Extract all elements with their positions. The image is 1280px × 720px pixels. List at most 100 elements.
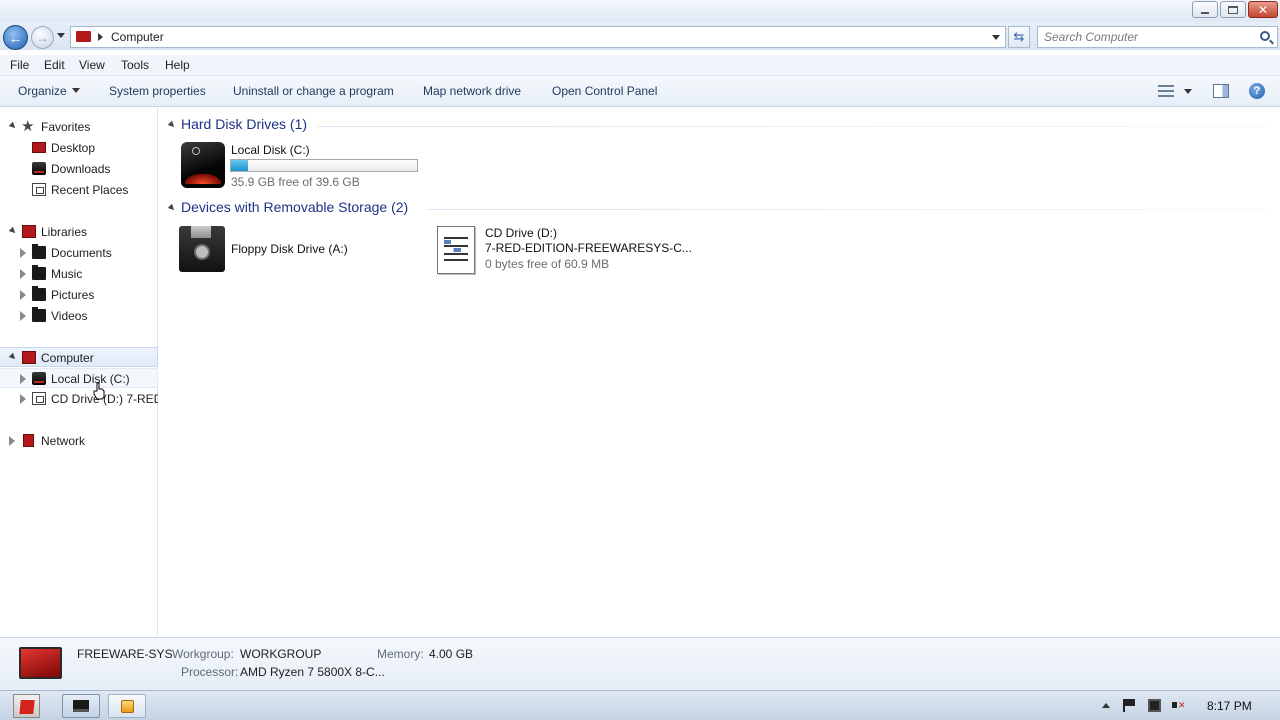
nav-favorites[interactable]: Favorites (0, 117, 158, 137)
memory-label: Memory: (377, 647, 424, 661)
nav-cd-drive[interactable]: CD Drive (D:) 7-RED- (0, 389, 158, 409)
nav-computer[interactable]: Computer (0, 347, 158, 367)
forward-button[interactable]: → (31, 26, 54, 49)
windows-logo-icon (18, 698, 35, 714)
address-row: ← → Computer ⇆ (0, 22, 1280, 50)
nav-label: Libraries (41, 225, 88, 239)
computer-icon (76, 31, 91, 42)
taskbar-media-player[interactable] (108, 694, 146, 718)
open-control-panel-button[interactable]: Open Control Panel (552, 84, 657, 98)
nav-label: Desktop (51, 141, 96, 155)
nav-downloads[interactable]: Downloads (0, 159, 158, 179)
search-icon[interactable] (1260, 31, 1270, 41)
address-bar[interactable]: Computer (70, 26, 1006, 48)
processor-value: AMD Ryzen 7 5800X 8-C... (240, 665, 385, 679)
collapse-arrow-icon[interactable] (20, 290, 26, 300)
drive-free-space: 35.9 GB free of 39.6 GB (231, 175, 360, 189)
network-status-icon[interactable] (1148, 699, 1161, 712)
organize-button[interactable]: Organize (18, 84, 80, 98)
nav-label: Recent Places (51, 183, 129, 197)
system-properties-button[interactable]: System properties (109, 84, 206, 98)
drive-local-disk-c[interactable]: Local Disk (C:) 35.9 GB free of 39.6 GB (181, 142, 421, 192)
nav-pictures[interactable]: Pictures (0, 285, 158, 305)
nav-label: Computer (41, 351, 94, 365)
menu-edit[interactable]: Edit (44, 58, 65, 72)
menu-file[interactable]: File (10, 58, 29, 72)
minimize-button[interactable] (1192, 1, 1218, 18)
nav-videos[interactable]: Videos (0, 306, 158, 326)
nav-desktop[interactable]: Desktop (0, 138, 158, 158)
details-pane: FREEWARE-SYS Workgroup: WORKGROUP Memory… (0, 637, 1280, 690)
star-icon (21, 117, 36, 135)
expand-arrow-icon[interactable] (8, 121, 18, 131)
collapse-arrow-icon[interactable] (9, 436, 15, 446)
preview-pane-icon[interactable] (1213, 84, 1229, 98)
search-input[interactable] (1044, 29, 1244, 45)
taskbar-explorer[interactable] (62, 694, 100, 718)
uninstall-program-button[interactable]: Uninstall or change a program (233, 84, 394, 98)
drive-cd-d[interactable]: CD Drive (D:) 7-RED-EDITION-FREEWARESYS-… (437, 226, 697, 278)
nav-documents[interactable]: Documents (0, 243, 158, 263)
collapse-arrow-icon[interactable] (20, 311, 26, 321)
maximize-button[interactable] (1220, 1, 1246, 18)
computer-name: FREEWARE-SYS (77, 647, 173, 661)
processor-label: Processor: (181, 665, 239, 679)
group-removable-storage[interactable]: Devices with Removable Storage (2) (167, 199, 1267, 219)
drive-floppy-a[interactable]: Floppy Disk Drive (A:) (179, 226, 399, 276)
workgroup-label: Workgroup: (172, 647, 234, 661)
drive-name: CD Drive (D:) (485, 226, 557, 240)
taskbar-clock[interactable]: 8:17 PM (1207, 699, 1252, 713)
show-hidden-icons-button[interactable] (1102, 703, 1110, 708)
cd-drive-icon (437, 226, 475, 274)
breadcrumb-arrow-icon[interactable] (98, 33, 103, 41)
libraries-icon (22, 225, 36, 238)
chevron-down-icon (71, 88, 80, 93)
group-hard-disk-drives[interactable]: Hard Disk Drives (1) (167, 116, 1267, 136)
nav-label: Documents (51, 246, 112, 260)
back-button[interactable]: ← (3, 25, 28, 50)
menu-tools[interactable]: Tools (121, 58, 149, 72)
floppy-disk-icon (179, 226, 225, 272)
desktop-icon (32, 142, 46, 153)
change-view-icon[interactable] (1158, 84, 1174, 98)
nav-label: Videos (51, 309, 88, 323)
nav-recent-places[interactable]: Recent Places (0, 180, 158, 200)
close-icon: ✕ (1257, 2, 1269, 17)
group-collapse-icon[interactable] (167, 120, 177, 130)
expand-arrow-icon[interactable] (8, 352, 18, 362)
collapse-arrow-icon[interactable] (20, 248, 26, 258)
nav-music[interactable]: Music (0, 264, 158, 284)
volume-muted-icon[interactable] (1172, 699, 1186, 712)
collapse-arrow-icon[interactable] (20, 374, 26, 384)
expand-arrow-icon[interactable] (8, 226, 18, 236)
nav-local-disk[interactable]: Local Disk (C:) (0, 368, 158, 388)
view-options-dropdown[interactable] (1184, 89, 1192, 94)
content-pane: Hard Disk Drives (1) Local Disk (C:) 35.… (159, 108, 1280, 636)
close-button[interactable]: ✕ (1248, 1, 1278, 18)
help-icon[interactable]: ? (1249, 83, 1265, 99)
menu-view[interactable]: View (79, 58, 105, 72)
nav-label: Pictures (51, 288, 95, 302)
hard-disk-icon (181, 142, 225, 188)
title-bar: ✕ (0, 0, 1280, 22)
nav-libraries[interactable]: Libraries (0, 222, 158, 242)
breadcrumb-computer[interactable]: Computer (111, 30, 164, 44)
folder-icon (32, 244, 46, 259)
collapse-arrow-icon[interactable] (20, 394, 26, 404)
group-collapse-icon[interactable] (167, 203, 177, 213)
folder-icon (32, 307, 46, 322)
collapse-arrow-icon[interactable] (20, 269, 26, 279)
group-divider (427, 209, 1267, 210)
address-history-dropdown[interactable] (992, 35, 1000, 40)
search-box[interactable] (1037, 26, 1278, 48)
disk-usage-bar (230, 159, 418, 172)
map-network-drive-button[interactable]: Map network drive (423, 84, 521, 98)
nav-network[interactable]: Network (0, 431, 158, 451)
arrow-right-icon: → (36, 30, 49, 45)
start-button[interactable] (13, 694, 40, 718)
action-center-flag-icon[interactable] (1123, 699, 1136, 712)
nav-label: Local Disk (C:) (51, 372, 130, 386)
menu-help[interactable]: Help (165, 58, 190, 72)
recent-pages-dropdown[interactable] (57, 33, 65, 38)
refresh-button[interactable]: ⇆ (1008, 26, 1030, 48)
